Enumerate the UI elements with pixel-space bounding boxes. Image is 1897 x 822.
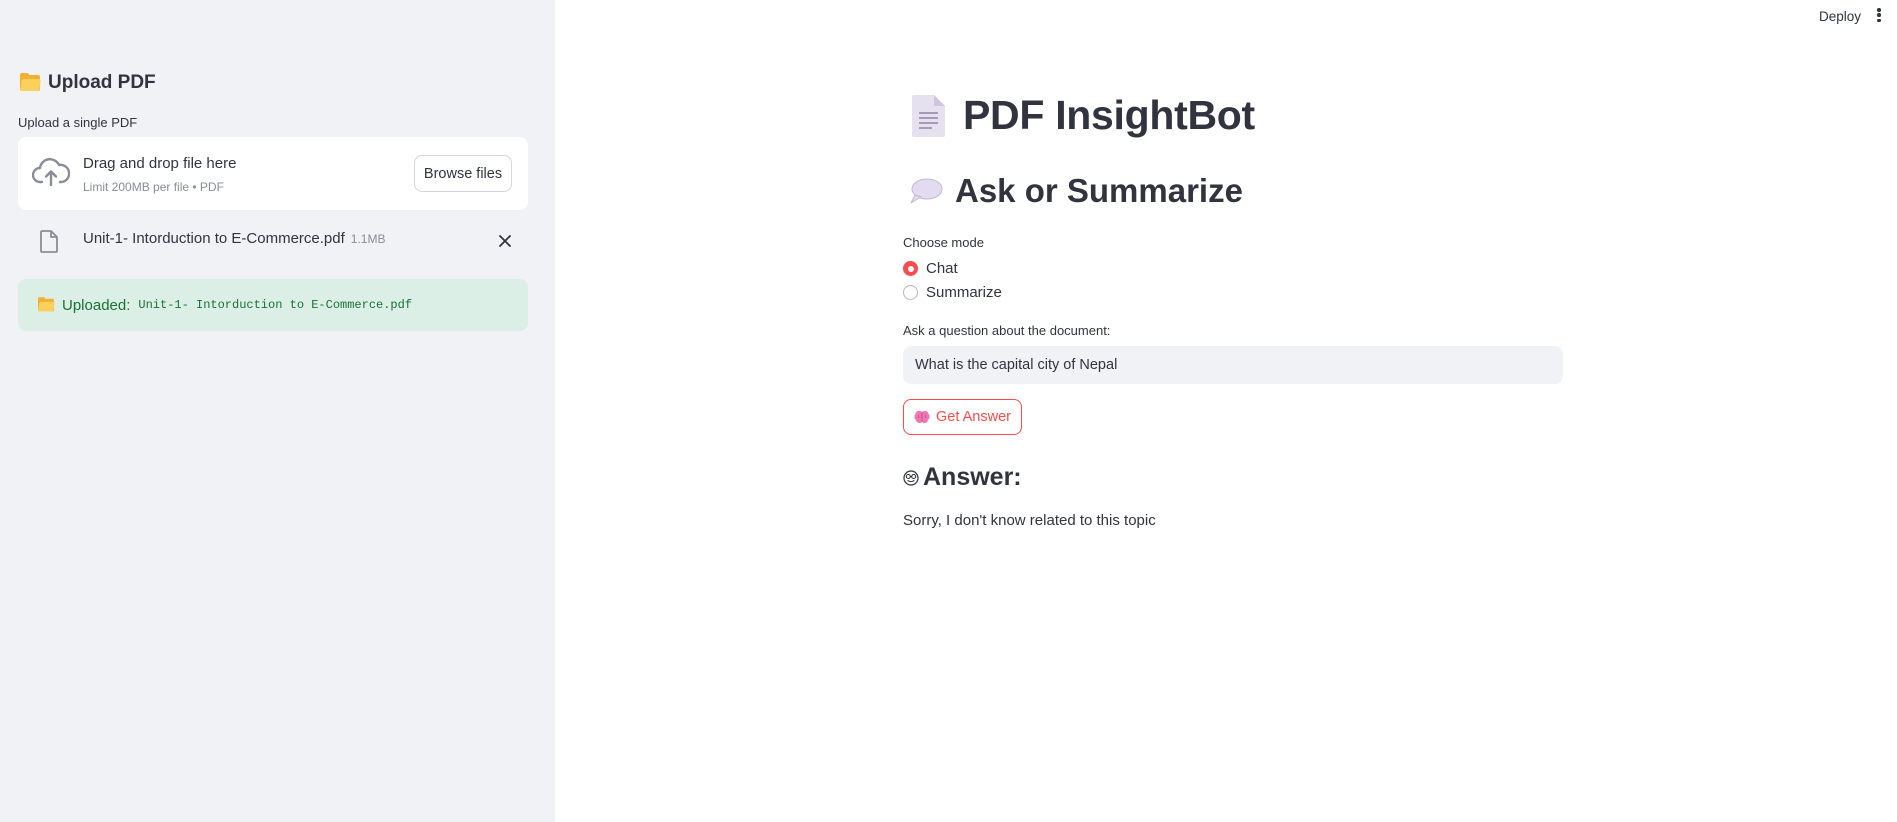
file-name-text: Unit-1- Intorduction to E-Commerce.pdf (83, 230, 345, 247)
uploaded-file-row: Unit-1- Intorduction to E-Commerce.pdf 1.… (18, 222, 528, 260)
cloud-upload-icon (32, 158, 70, 187)
radio-summarize-indicator[interactable] (903, 285, 918, 300)
nerd-face-icon (903, 469, 919, 486)
close-icon[interactable] (496, 232, 514, 250)
upload-label: Upload a single PDF (18, 115, 138, 130)
document-icon (912, 94, 945, 137)
file-size: 1.1MB (350, 232, 386, 246)
radio-chat-indicator[interactable] (903, 261, 918, 276)
file-name: Unit-1- Intorduction to E-Commerce.pdf 1.… (83, 230, 385, 247)
dropzone-main-text: Drag and drop file here (83, 155, 237, 172)
radio-summarize-label: Summarize (926, 284, 1002, 301)
page-title-text: PDF InsightBot (963, 92, 1255, 138)
radio-chat-label: Chat (926, 260, 958, 277)
success-filename: Unit-1- Intorduction to E-Commerce.pdf (138, 298, 413, 312)
section-heading: Ask or Summarize (909, 172, 1243, 210)
file-icon (40, 230, 58, 253)
question-label: Ask a question about the document: (903, 323, 1111, 338)
radio-summarize[interactable]: Summarize (903, 284, 1002, 301)
sidebar-title-text: Upload PDF (48, 72, 156, 93)
dropzone-limit-text: Limit 200MB per file • PDF (83, 180, 224, 194)
page-title: PDF InsightBot (912, 92, 1255, 139)
answer-heading-text: Answer: (923, 463, 1022, 491)
folder-icon (19, 72, 42, 92)
file-dropzone[interactable]: Drag and drop file here Limit 200MB per … (18, 137, 528, 210)
radio-chat[interactable]: Chat (903, 260, 958, 277)
sidebar: Upload PDF Upload a single PDF Drag and … (0, 0, 555, 822)
kebab-menu-icon[interactable] (1877, 8, 1881, 23)
browse-files-button[interactable]: Browse files (414, 155, 512, 192)
question-input[interactable] (903, 346, 1563, 384)
answer-heading: Answer: (903, 463, 1022, 492)
get-answer-label: Get Answer (936, 409, 1011, 425)
deploy-button[interactable]: Deploy (1819, 7, 1861, 26)
answer-text: Sorry, I don't know related to this topi… (903, 512, 1156, 529)
get-answer-button[interactable]: Get Answer (903, 399, 1022, 435)
sidebar-title: Upload PDF (19, 72, 156, 94)
section-heading-text: Ask or Summarize (955, 172, 1243, 209)
mode-label: Choose mode (903, 235, 984, 250)
brain-icon (914, 410, 930, 424)
upload-success-alert: Uploaded: Unit-1- Intorduction to E-Comme… (18, 279, 528, 331)
success-prefix: Uploaded: (62, 296, 131, 314)
speech-bubble-icon (910, 178, 943, 204)
folder-icon (37, 296, 55, 312)
